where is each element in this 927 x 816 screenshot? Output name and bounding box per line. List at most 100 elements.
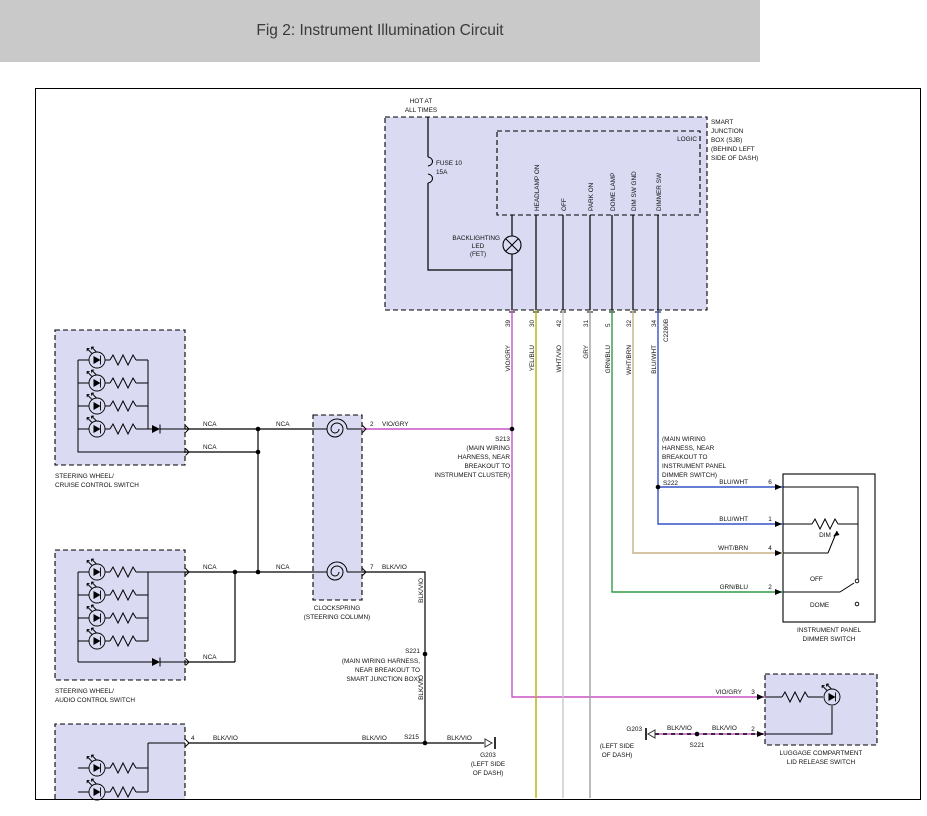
s213-label: BREAKOUT TO bbox=[465, 463, 510, 470]
backlighting-label: (FET) bbox=[470, 251, 486, 258]
sjb-label: (BEHIND LEFT bbox=[711, 146, 755, 153]
wire-color-label: BLU/WHT bbox=[719, 479, 748, 486]
luggage-pin-number: 3 bbox=[751, 689, 755, 696]
wire-color-label: VIO/GRY bbox=[382, 421, 409, 428]
g203-label: G203 bbox=[480, 752, 496, 759]
bottom-switch-pin-number: 4 bbox=[191, 735, 195, 742]
wiring-diagram: SMART JUNCTION BOX (SJB) (BEHIND LEFT SI… bbox=[0, 0, 927, 816]
wire-color-label: BLK/VIO bbox=[213, 735, 238, 742]
fuse-label: 15A bbox=[436, 169, 448, 176]
connector-arrow bbox=[775, 521, 782, 527]
logic-pin-label: DIM SW GND bbox=[631, 171, 638, 211]
logic-pin-label: DOME LAMP bbox=[610, 173, 617, 211]
splice-dot bbox=[233, 570, 238, 575]
wire-color-label: GRY bbox=[583, 344, 590, 358]
dimmer-pin-number: 2 bbox=[768, 584, 772, 591]
wire-color-label: VIO/GRY bbox=[505, 344, 512, 371]
dimmer-switch-box bbox=[783, 474, 875, 622]
cruise-switch-label: STEERING WHEEL/ bbox=[55, 473, 114, 480]
audio-control-switch-box bbox=[55, 550, 185, 680]
s222-label: HARNESS, NEAR bbox=[662, 445, 715, 452]
connector-arrow bbox=[757, 694, 764, 700]
dimmer-switch-label: DIMMER SWITCH bbox=[803, 636, 856, 643]
wire-color-label: BLK/VIO bbox=[418, 578, 425, 603]
sjb-pin-number: 31 bbox=[583, 319, 590, 327]
dimmer-switch-label: INSTRUMENT PANEL bbox=[797, 627, 861, 634]
clockspring-pin-number: 7 bbox=[370, 564, 374, 571]
sjb-pin-number: 39 bbox=[505, 319, 512, 327]
splice-s213-dot bbox=[510, 427, 515, 432]
sjb-pin-number: 42 bbox=[556, 319, 563, 327]
g203-right-label: (LEFT SIDE bbox=[600, 743, 634, 750]
s222-label: DIMMER SWITCH) bbox=[662, 472, 717, 479]
nca-label: NCA bbox=[203, 654, 217, 661]
g203-ground-icon bbox=[485, 739, 492, 747]
s221-label: SMART JUNCTION BOX) bbox=[346, 676, 420, 683]
connector-arrow bbox=[775, 550, 782, 556]
sjb-pin-number: 5 bbox=[605, 323, 612, 327]
off-contact bbox=[855, 579, 859, 583]
cruise-control-switch-box bbox=[55, 330, 185, 465]
wire-color-label: BLK/VIO bbox=[712, 725, 737, 732]
backlighting-label: LED bbox=[472, 243, 485, 250]
wire-color-label: GRN/BLU bbox=[720, 584, 749, 591]
logic-label: LOGIC bbox=[677, 136, 697, 143]
s222-label: BREAKOUT TO bbox=[662, 454, 707, 461]
clockspring-pin-number: 2 bbox=[370, 421, 374, 428]
logic-box bbox=[497, 131, 700, 215]
wire-color-label: YEL/BLU bbox=[529, 345, 536, 372]
cruise-switch-label: CRUISE CONTROL SWITCH bbox=[55, 482, 139, 489]
splice-dot bbox=[256, 450, 261, 455]
off-label: OFF bbox=[810, 576, 823, 583]
dome-label: DOME bbox=[810, 602, 829, 609]
s221b-label: S221 bbox=[690, 742, 705, 749]
audio-switch-label: STEERING WHEEL/ bbox=[55, 688, 114, 695]
dimmer-pin-number: 6 bbox=[768, 479, 772, 486]
dimmer-pin-number: 1 bbox=[768, 516, 772, 523]
s221-label: NEAR BREAKOUT TO bbox=[355, 667, 420, 674]
nca-label: NCA bbox=[203, 444, 217, 451]
s222-label: INSTRUMENT PANEL bbox=[662, 463, 726, 470]
fuse-label: FUSE 10 bbox=[436, 160, 462, 167]
dim-label: DIM bbox=[819, 532, 831, 539]
wire-color-label: WHT/BRN bbox=[718, 545, 748, 552]
sjb-label: JUNCTION bbox=[711, 128, 744, 135]
g203-right-label: OF DASH) bbox=[602, 752, 633, 759]
logic-pin-label: PARK ON bbox=[588, 182, 595, 211]
g203-right-ground-icon bbox=[648, 730, 655, 738]
connector-arrow bbox=[775, 484, 782, 490]
nca-label: NCA bbox=[276, 421, 290, 428]
s222-label: (MAIN WIRING bbox=[662, 436, 706, 443]
splice-dot bbox=[256, 570, 261, 575]
luggage-pin-number: 2 bbox=[751, 726, 755, 733]
nca-label: NCA bbox=[276, 564, 290, 571]
wire-blu-wht bbox=[658, 310, 783, 524]
wire-color-label: BLK/VIO bbox=[418, 675, 425, 700]
nca-wires bbox=[185, 429, 313, 662]
sjb-label: SIDE OF DASH) bbox=[711, 155, 758, 162]
clockspring-label: CLOCKSPRING bbox=[314, 605, 361, 612]
nca-label: NCA bbox=[203, 564, 217, 571]
backlighting-label: BACKLIGHTING bbox=[452, 235, 500, 242]
bottom-switch-box-fill bbox=[55, 724, 185, 799]
connector-arrow bbox=[757, 731, 764, 737]
splice-dot bbox=[256, 427, 261, 432]
wire-color-label: BLK/VIO bbox=[667, 725, 692, 732]
splice-s215-dot bbox=[423, 741, 428, 746]
sjb-label: BOX (SJB) bbox=[711, 137, 742, 144]
hot-at-all-times-label: ALL TIMES bbox=[405, 107, 437, 114]
wire-color-label: WHT/VIO bbox=[556, 345, 563, 372]
g203-right-label: G203 bbox=[626, 726, 642, 733]
wire-color-label: BLK/VIO bbox=[382, 564, 407, 571]
s213-label: S213 bbox=[495, 436, 510, 443]
sjb-pin-number: 30 bbox=[529, 319, 536, 327]
s213-label: HARNESS, NEAR bbox=[458, 454, 511, 461]
wire-color-label: BLK/VIO bbox=[447, 735, 472, 742]
wire-color-label: VIO/GRY bbox=[715, 689, 742, 696]
s215-label: S215 bbox=[404, 734, 419, 741]
logic-pin-label: DIMMER SW bbox=[656, 172, 663, 211]
sjb-pin-number: 34 bbox=[651, 319, 658, 327]
sjb-pin-number: 32 bbox=[626, 319, 633, 327]
figure-page: Fig 2: Instrument Illumination Circuit bbox=[0, 0, 927, 816]
dimmer-pin-number: 4 bbox=[768, 545, 772, 552]
